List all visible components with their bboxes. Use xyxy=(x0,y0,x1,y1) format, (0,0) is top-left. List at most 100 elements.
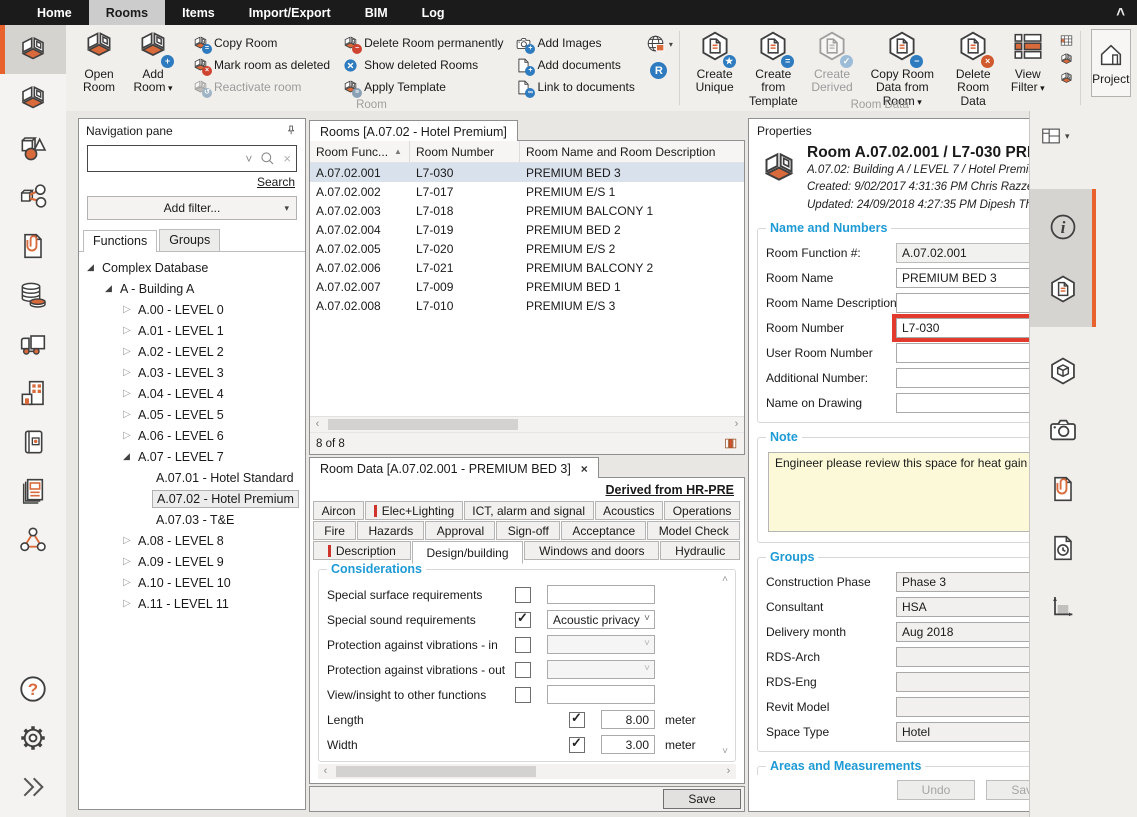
sidebar-rooms[interactable] xyxy=(0,25,66,74)
note-textarea[interactable]: Engineer please review this space for he… xyxy=(768,452,1041,532)
menu-tab-home[interactable]: Home xyxy=(20,0,89,25)
table-row[interactable]: A.07.02.003 L7-018 PREMIUM BALCONY 1 xyxy=(310,201,744,220)
category-tab[interactable]: Approval xyxy=(425,521,495,540)
tree-item[interactable]: A.11 - LEVEL 11 xyxy=(79,593,305,614)
create-unique-button[interactable]: ★ Create Unique xyxy=(688,27,742,108)
checkbox[interactable] xyxy=(515,637,531,653)
checkbox[interactable] xyxy=(515,587,531,603)
scroll-left-icon[interactable]: ‹ xyxy=(310,417,325,432)
table-row[interactable]: A.07.02.006 L7-021 PREMIUM BALCONY 2 xyxy=(310,258,744,277)
value-field[interactable] xyxy=(547,635,655,654)
tree-item[interactable]: A.07.02 - Hotel Premium xyxy=(79,488,305,509)
sidebar-attachments[interactable] xyxy=(0,221,66,270)
table-row[interactable]: A.07.02.005 L7-020 PREMIUM E/S 2 xyxy=(310,239,744,258)
open-room-button[interactable]: Open Room xyxy=(72,27,126,95)
sidebar-items[interactable] xyxy=(0,123,66,172)
tree-item[interactable]: Complex Database xyxy=(79,257,305,278)
column-header-room-function[interactable]: Room Func...▲ xyxy=(310,141,410,162)
attachments-icon[interactable] xyxy=(1047,473,1079,505)
property-field[interactable] xyxy=(896,393,1043,413)
tree-item[interactable]: A.07 - LEVEL 7 xyxy=(79,446,305,467)
checkbox[interactable] xyxy=(515,687,531,703)
category-tab[interactable]: Elec+Lighting xyxy=(365,501,463,520)
column-chart-icon[interactable] xyxy=(723,436,738,451)
room-sync-icon[interactable] xyxy=(1059,52,1074,67)
table-row[interactable]: A.07.02.007 L7-009 PREMIUM BED 1 xyxy=(310,277,744,296)
category-tab[interactable]: Windows and doors xyxy=(524,541,659,560)
tree-expander-icon[interactable] xyxy=(123,367,138,378)
value-field[interactable]: 8.00 xyxy=(601,710,655,729)
search-link[interactable]: Search xyxy=(79,172,305,190)
tree-item[interactable]: A.02 - LEVEL 2 xyxy=(79,341,305,362)
pin-icon[interactable] xyxy=(284,124,298,138)
create-derived-button[interactable]: ✓ Create Derived xyxy=(805,27,859,108)
tree-expander-icon[interactable] xyxy=(123,451,138,462)
group-dropdown[interactable] xyxy=(896,672,1043,692)
menu-tab-import-export[interactable]: Import/Export xyxy=(232,0,348,25)
history-icon[interactable] xyxy=(1047,532,1079,564)
layout-selector[interactable]: ▾ xyxy=(1040,125,1137,147)
category-tab[interactable]: Design/building xyxy=(412,541,524,564)
sidebar-relations[interactable] xyxy=(0,515,66,564)
category-tab[interactable]: Description xyxy=(313,541,411,560)
group-dropdown[interactable] xyxy=(896,697,1043,717)
group-dropdown[interactable]: Aug 2018 xyxy=(896,622,1043,642)
collapse-ribbon-icon[interactable]: ˄ xyxy=(1116,0,1125,25)
undo-button[interactable]: Undo xyxy=(897,780,975,800)
derived-from-link[interactable]: Derived from HR-PRE xyxy=(310,478,744,499)
category-tab[interactable]: Hazards xyxy=(357,521,424,540)
value-field[interactable] xyxy=(547,660,655,679)
sidebar-buildings[interactable] xyxy=(0,368,66,417)
property-field[interactable] xyxy=(896,368,1043,388)
tree-item[interactable]: A.07.01 - Hotel Standard xyxy=(79,467,305,488)
project-button[interactable]: Project xyxy=(1091,29,1131,97)
table-row[interactable]: A.07.02.002 L7-017 PREMIUM E/S 1 xyxy=(310,182,744,201)
close-icon[interactable]: × xyxy=(581,462,588,476)
clear-search-icon[interactable]: × xyxy=(280,151,296,166)
tree-item[interactable]: A.06 - LEVEL 6 xyxy=(79,425,305,446)
sidebar-reports[interactable] xyxy=(0,466,66,515)
room-data-sheet-icon[interactable] xyxy=(1047,273,1079,305)
menu-tab-items[interactable]: Items xyxy=(165,0,232,25)
rooms-tab[interactable]: Rooms [A.07.02 - Hotel Premium] xyxy=(309,120,518,141)
tree-item[interactable]: A.09 - LEVEL 9 xyxy=(79,551,305,572)
tree-expander-icon[interactable] xyxy=(123,388,138,399)
reactivate-room-button[interactable]: ↺ Reactivate room xyxy=(192,76,330,98)
category-tab[interactable]: Operations xyxy=(664,501,740,520)
add-images-button[interactable]: + Add Images xyxy=(515,32,634,54)
category-tab[interactable]: Acceptance xyxy=(561,521,646,540)
tree-item[interactable]: A.03 - LEVEL 3 xyxy=(79,362,305,383)
column-header-room-number[interactable]: Room Number xyxy=(410,141,520,162)
category-tab[interactable]: Aircon xyxy=(313,501,364,520)
category-tab[interactable]: Acoustics xyxy=(595,501,664,520)
sidebar-finance[interactable] xyxy=(0,270,66,319)
create-from-template-button[interactable]: = Create from Template xyxy=(742,27,805,108)
view-filter-button[interactable]: View Filter xyxy=(1001,27,1055,108)
add-documents-button[interactable]: + Add documents xyxy=(515,54,634,76)
sidebar-help[interactable] xyxy=(0,664,66,713)
scroll-right-icon[interactable]: › xyxy=(721,764,736,779)
value-field[interactable] xyxy=(547,585,655,604)
category-tab[interactable]: ICT, alarm and signal xyxy=(464,501,594,520)
sidebar-rooms-alt[interactable] xyxy=(0,74,66,123)
delete-room-data-button[interactable]: × Delete Room Data xyxy=(946,27,1001,108)
link-to-documents-button[interactable]: ∞ Link to documents xyxy=(515,76,634,98)
property-field[interactable]: A.07.02.001 xyxy=(896,243,1043,263)
room-data-horizontal-scrollbar[interactable]: ‹ › xyxy=(318,764,736,779)
category-tab[interactable]: Sign-off xyxy=(496,521,560,540)
checkbox[interactable] xyxy=(569,737,585,753)
checkbox[interactable] xyxy=(569,712,585,728)
tree-item[interactable]: A.01 - LEVEL 1 xyxy=(79,320,305,341)
tree-expander-icon[interactable] xyxy=(123,556,138,567)
scrollbar-thumb[interactable] xyxy=(328,419,518,430)
measurements-icon[interactable] xyxy=(1047,591,1079,623)
menu-tab-rooms[interactable]: Rooms xyxy=(89,0,165,25)
copy-room-button[interactable]: = Copy Room xyxy=(192,32,330,54)
value-field[interactable]: 3.00 xyxy=(601,735,655,754)
tree-expander-icon[interactable] xyxy=(87,262,102,273)
checkbox[interactable] xyxy=(515,612,531,628)
show-deleted-rooms-button[interactable]: Show deleted Rooms xyxy=(342,54,503,76)
group-dropdown[interactable]: Phase 3 xyxy=(896,572,1043,592)
column-header-room-name[interactable]: Room Name and Room Description xyxy=(520,141,744,162)
tree-expander-icon[interactable] xyxy=(123,409,138,420)
